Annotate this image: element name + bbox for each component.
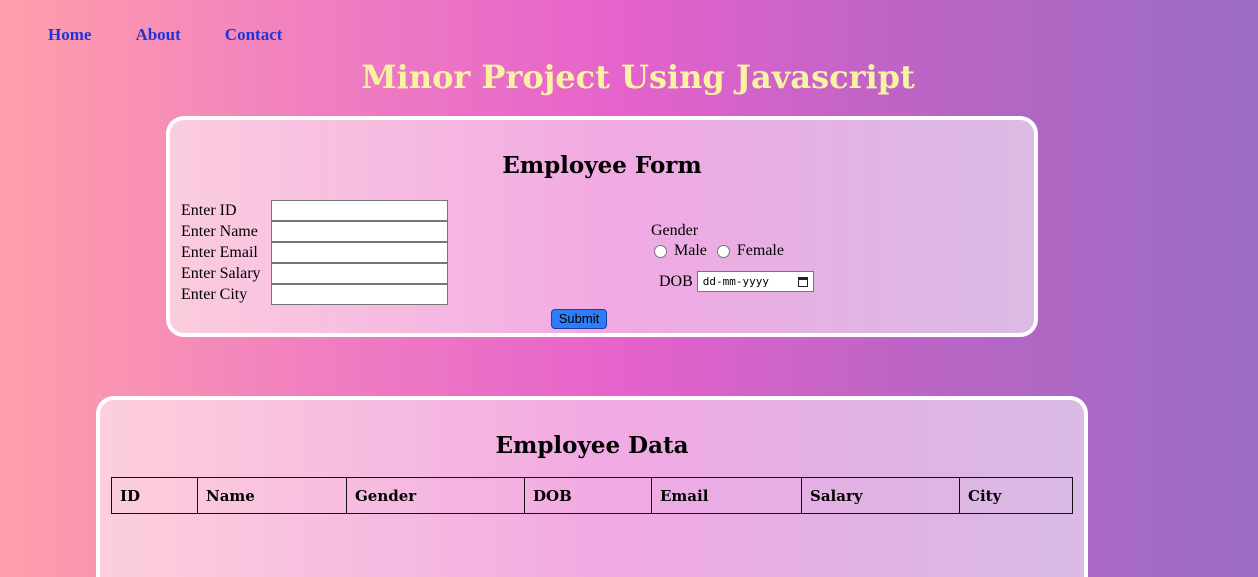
- id-row: Enter ID: [181, 200, 448, 221]
- calendar-icon[interactable]: [797, 276, 808, 287]
- id-label: Enter ID: [181, 201, 237, 219]
- dob-placeholder: dd-mm-yyyy: [702, 275, 770, 288]
- gender-female-label[interactable]: Female: [737, 242, 784, 260]
- gender-male-radio[interactable]: [654, 244, 667, 258]
- column-header-id: ID: [111, 477, 198, 514]
- nav-about-link[interactable]: About: [135, 25, 180, 45]
- table-header-row: ID Name Gender DOB Email Salary City: [111, 477, 1073, 514]
- column-header-salary: Salary: [801, 477, 960, 514]
- salary-row: Enter Salary: [181, 263, 448, 284]
- email-label: Enter Email: [181, 243, 258, 261]
- gender-label: Gender: [651, 222, 699, 239]
- nav-home-link[interactable]: Home: [48, 25, 91, 45]
- table-title: Employee Data: [495, 432, 689, 459]
- gender-group: Gender Male Female: [651, 221, 794, 261]
- employee-form-panel: Employee Form Enter ID Enter Name Enter …: [166, 116, 1038, 337]
- email-input[interactable]: [271, 242, 448, 263]
- city-label: Enter City: [181, 285, 248, 303]
- dob-date-input[interactable]: dd-mm-yyyy: [696, 271, 814, 292]
- gender-female-radio[interactable]: [716, 244, 730, 258]
- dob-row: DOB dd-mm-yyyy: [659, 271, 814, 292]
- salary-input[interactable]: [271, 263, 448, 284]
- column-header-dob: DOB: [524, 477, 652, 514]
- name-input[interactable]: [271, 221, 448, 242]
- column-header-gender: Gender: [346, 477, 525, 514]
- employee-table: ID Name Gender DOB Email Salary City: [111, 477, 1073, 514]
- column-header-email: Email: [651, 477, 802, 514]
- page-title: Minor Project Using Javascript: [361, 58, 915, 96]
- employee-data-panel: Employee Data ID Name Gender DOB Email S…: [96, 396, 1088, 577]
- gender-male-label[interactable]: Male: [674, 242, 707, 260]
- name-row: Enter Name: [181, 221, 448, 242]
- name-label: Enter Name: [181, 222, 258, 240]
- city-row: Enter City: [181, 284, 448, 305]
- gender-options: Male Female: [654, 241, 794, 261]
- dob-label: DOB: [659, 272, 693, 290]
- salary-label: Enter Salary: [181, 264, 261, 282]
- id-input[interactable]: [271, 200, 448, 221]
- column-header-city: City: [959, 477, 1073, 514]
- email-row: Enter Email: [181, 242, 448, 263]
- submit-button[interactable]: Submit: [551, 309, 607, 329]
- top-nav: Home About Contact: [48, 25, 326, 45]
- form-title: Employee Form: [502, 152, 702, 179]
- column-header-name: Name: [197, 477, 347, 514]
- city-input[interactable]: [271, 284, 448, 305]
- nav-contact-link[interactable]: Contact: [225, 25, 283, 45]
